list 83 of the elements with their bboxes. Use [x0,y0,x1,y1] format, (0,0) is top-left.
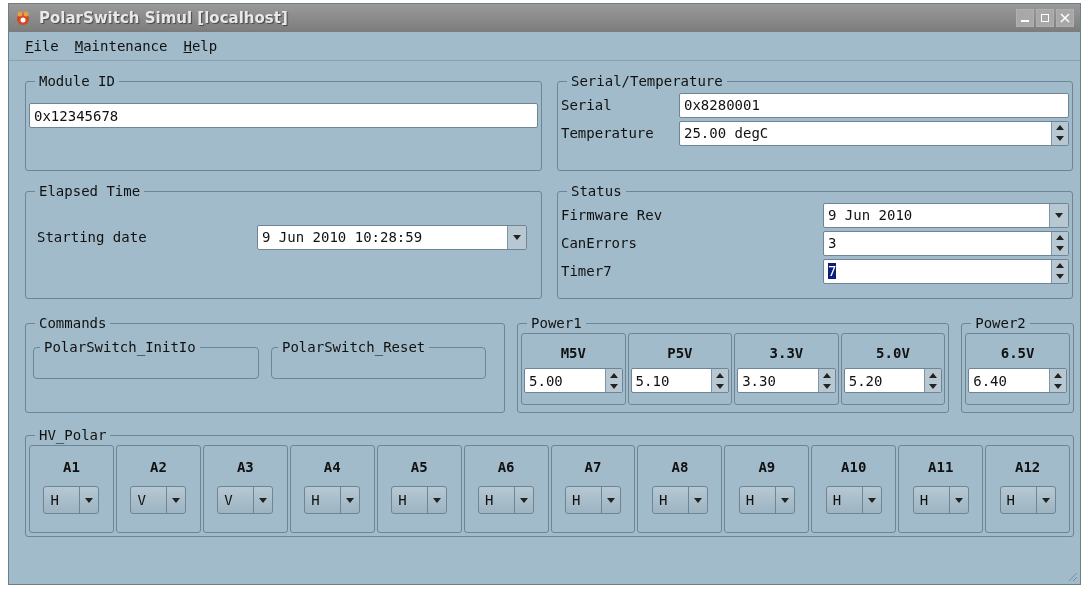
dropdown-arrow-icon [519,496,530,504]
date-dropdown[interactable]: 9 Jun 2010 10:28:59 [257,224,527,250]
dropdown-arrow-icon [866,496,877,504]
input-field[interactable]: 0x8280001 [679,92,1069,118]
channel-label: A12 [1014,458,1041,477]
group-title: Power1 [530,314,583,333]
channel-label: A9 [758,458,776,477]
channel-label: P5V [667,344,693,363]
polarity-dropdown[interactable]: H [304,486,361,514]
dropdown-arrow-icon [84,496,95,504]
dropdown-arrow-icon [512,233,522,241]
polarity-dropdown[interactable]: H [43,486,100,514]
polarity-dropdown[interactable]: H [825,486,882,514]
group-title: HV_Polar [38,426,108,445]
field-label: Temperature [561,125,655,141]
maximize-icon [1040,13,1050,23]
minimize-button[interactable] [1016,9,1034,27]
command-button[interactable]: PolarSwitch_Reset [271,339,486,379]
spin-box[interactable]: 25.00 degC [679,120,1069,146]
polarity-dropdown[interactable]: H [651,486,708,514]
minimize-icon [1021,20,1029,22]
dropdown-arrow-icon [692,496,703,504]
group-title: Power2 [974,314,1027,333]
field-label: Firmware Rev [561,207,664,223]
channel-label: 3.3V [769,344,804,363]
menu-item[interactable]: Help [183,38,218,54]
dropdown-arrow-icon [1040,496,1051,504]
group-title: Commands [38,314,108,333]
dropdown-arrow-icon [953,496,964,504]
spin-box[interactable]: 3 [823,230,1069,256]
channel-label: A7 [584,458,602,477]
polarity-dropdown[interactable]: V [217,486,274,514]
dropdown-arrow-icon [258,496,269,504]
group-title: Elapsed Time [38,182,142,201]
field-label: Starting date [36,229,148,245]
spin-box[interactable]: 7 [823,258,1069,284]
channel-label: A11 [928,458,954,477]
spin-box[interactable]: 6.40 [968,368,1067,393]
spin-box[interactable]: 5.10 [630,368,730,393]
polarity-dropdown[interactable]: H [565,486,621,514]
close-button[interactable] [1056,9,1074,27]
spin-box[interactable]: 5.00 [524,368,623,393]
group-title: Status [570,182,623,201]
channel-label: 5.0V [876,344,910,363]
spin-box[interactable]: 5.20 [843,368,943,393]
polarity-dropdown[interactable]: V [130,486,187,514]
channel-label: A8 [671,458,689,477]
polarity-dropdown[interactable]: H [391,486,448,514]
group-title: Serial/Temperature [570,72,724,91]
group-title: Module ID [38,72,116,91]
dropdown-arrow-icon [432,496,443,504]
channel-label: A2 [149,458,167,477]
field-label: Timer7 [561,263,613,279]
resize-grip-icon [1066,570,1078,582]
channel-label: A4 [323,458,341,477]
app-icon [15,10,31,26]
channel-label: 6.5V [1000,344,1035,363]
polarity-dropdown[interactable]: H [738,486,795,514]
channel-label: A10 [841,458,867,477]
polarity-dropdown[interactable]: H [478,486,535,514]
dropdown-arrow-icon [606,496,616,504]
window-title: PolarSwitch Simul [localhost] [39,9,288,27]
field-label: Serial [561,97,613,113]
menu-item[interactable]: Maintenance [74,38,168,54]
dropdown-arrow-icon [171,496,182,504]
dropdown-arrow-icon [1054,211,1064,219]
channel-label: M5V [560,344,586,363]
close-icon [1060,13,1070,23]
command-button[interactable]: PolarSwitch_InitIo [33,339,259,379]
polarity-dropdown[interactable]: H [912,486,969,514]
input-field[interactable]: 0x12345678 [29,103,538,128]
field-label: CanErrors [561,235,638,251]
polarity-dropdown[interactable]: H [999,486,1056,514]
spin-box[interactable]: 3.30 [737,368,836,393]
channel-label: A5 [410,458,428,477]
channel-label: A3 [236,458,254,477]
channel-label: A1 [63,458,80,477]
maximize-button[interactable] [1036,9,1054,27]
dropdown-arrow-icon [345,496,356,504]
menu-item[interactable]: File [25,38,59,54]
dropdown-arrow-icon [779,496,790,504]
dropdown[interactable]: 9 Jun 2010 [823,202,1069,228]
channel-label: A6 [497,458,515,477]
